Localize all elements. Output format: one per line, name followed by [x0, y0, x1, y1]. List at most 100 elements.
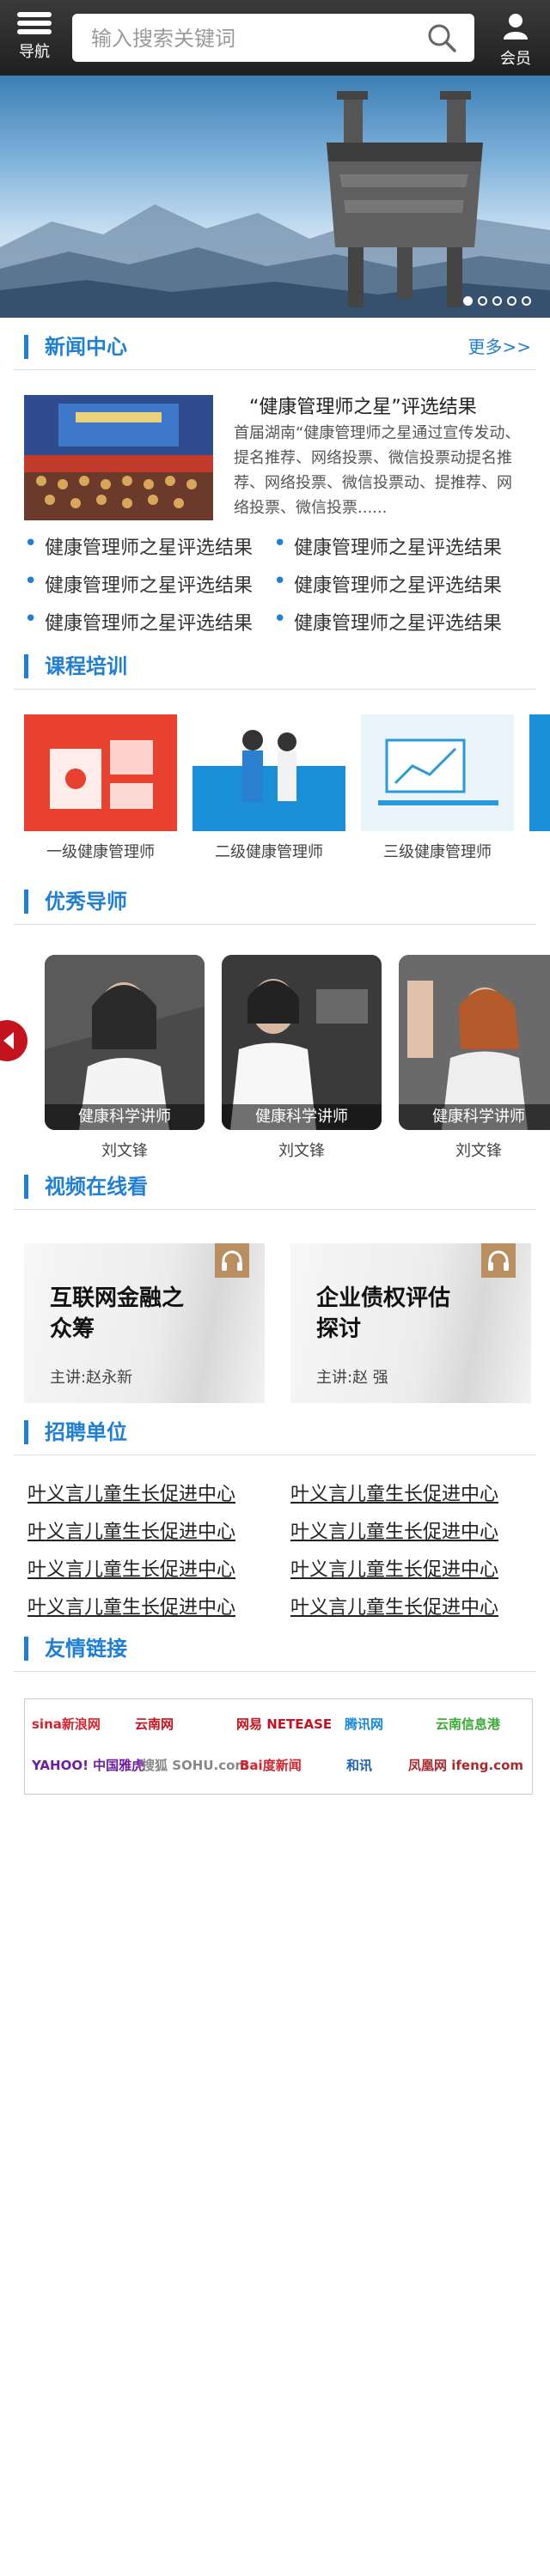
divider [14, 369, 536, 370]
teacher-card[interactable]: 健康科学讲师 [45, 955, 205, 1130]
news-section-header: 新闻中心 更多>> [24, 330, 531, 364]
divider [14, 924, 536, 925]
carousel-dot[interactable] [522, 296, 531, 306]
headphones-icon-badge [215, 1243, 249, 1278]
course-image [24, 714, 177, 831]
member-label: 会员 [500, 50, 531, 68]
section-marker [24, 654, 28, 678]
partner-logo-yunnan[interactable]: 云南网 [135, 1715, 174, 1733]
chevron-left-icon [3, 1032, 14, 1049]
course-card[interactable] [361, 714, 514, 831]
news-list-item[interactable]: 健康管理师之星评选结果 [273, 531, 502, 560]
news-featured-image[interactable] [24, 395, 213, 520]
top-header: 导航 会员 [0, 0, 550, 76]
news-list-item[interactable]: 健康管理师之星评选结果 [273, 606, 502, 635]
teacher-name: 刘文锋 [101, 1142, 148, 1160]
recruit-link[interactable]: 叶义言儿童生长促进中心 [290, 1554, 498, 1582]
recruit-link[interactable]: 叶义言儿童生长促进中心 [28, 1592, 235, 1619]
course-label: 二级健康管理师 [215, 843, 323, 861]
partner-logo-hexun[interactable]: 和讯 [346, 1756, 372, 1774]
nav-label: 导航 [19, 43, 50, 61]
news-section-title: 新闻中心 [45, 335, 127, 359]
headphones-icon-badge [481, 1243, 516, 1278]
news-list-item[interactable]: 健康管理师之星评选结果 [24, 568, 253, 598]
partner-logo-sina[interactable]: sina新浪网 [32, 1715, 101, 1733]
divider [14, 1209, 536, 1210]
carousel-dot[interactable] [478, 296, 487, 306]
recruit-link[interactable]: 叶义言儿童生长促进中心 [290, 1479, 498, 1506]
section-marker [24, 335, 28, 359]
conference-photo [24, 395, 213, 520]
course-card[interactable] [192, 714, 345, 831]
section-marker [24, 1637, 28, 1661]
recruit-link[interactable]: 叶义言儿童生长促进中心 [28, 1554, 235, 1582]
partner-logo-qq[interactable]: 腾讯网 [345, 1715, 383, 1733]
divider [14, 689, 536, 690]
recruit-link[interactable]: 叶义言儿童生长促进中心 [28, 1479, 235, 1506]
recruit-link[interactable]: 叶义言儿童生长促进中心 [290, 1516, 498, 1544]
video-card[interactable]: 互联网金融之 众筹 主讲:赵永新 [24, 1243, 265, 1403]
news-featured-title[interactable]: “健康管理师之星”评选结果 [249, 392, 477, 419]
partner-logo-yninfo[interactable]: 云南信息港 [436, 1715, 500, 1733]
partner-logo-ifeng[interactable]: 凤凰网 ifeng.com [408, 1756, 523, 1774]
section-marker [24, 1175, 28, 1199]
search-box [72, 14, 474, 62]
courses-section-header: 课程培训 [24, 649, 531, 683]
news-list-item[interactable]: 健康管理师之星评选结果 [24, 606, 253, 635]
nav-menu-button[interactable]: 导航 [12, 9, 57, 69]
teacher-caption: 健康科学讲师 [399, 1104, 550, 1130]
section-marker [24, 1420, 28, 1444]
course-image [361, 714, 514, 831]
news-more-link[interactable]: 更多>> [468, 330, 531, 364]
teacher-caption: 健康科学讲师 [45, 1104, 205, 1130]
bronze-ding-artwork [327, 91, 483, 307]
teacher-card[interactable]: 健康科学讲师 [399, 955, 550, 1130]
videos-section-header: 视频在线看 [24, 1170, 531, 1204]
course-image [192, 714, 345, 831]
headphones-icon [488, 1250, 509, 1271]
news-featured-summary: 首届湖南“健康管理师之星通过宣传发动、提名推荐、网络投票、微信投票动提名推荐、网… [234, 424, 521, 517]
links-section-title: 友情链接 [45, 1637, 127, 1661]
partner-logo-yahoo[interactable]: YAHOO! 中国雅虎 [32, 1756, 144, 1774]
video-speaker: 主讲:赵 强 [316, 1369, 388, 1387]
teacher-name: 刘文锋 [278, 1142, 325, 1160]
partner-logo-netease[interactable]: 网易 NETEASE [236, 1715, 332, 1733]
teacher-caption: 健康科学讲师 [222, 1104, 382, 1130]
course-label: 一级健康管理师 [46, 843, 155, 861]
video-card[interactable]: 企业债权评估 探讨 主讲:赵 强 [290, 1243, 531, 1403]
teachers-section-header: 优秀导师 [24, 884, 531, 919]
divider [14, 1671, 536, 1672]
member-button[interactable]: 会员 [490, 12, 541, 72]
banner-image [0, 91, 550, 318]
partner-logo-baidu[interactable]: Bai度新闻 [240, 1756, 302, 1774]
recruit-link[interactable]: 叶义言儿童生长促进中心 [28, 1516, 235, 1544]
course-label: 三级健康管理师 [383, 843, 492, 861]
course-card[interactable] [24, 714, 177, 831]
search-icon[interactable] [426, 22, 457, 53]
video-speaker: 主讲:赵永新 [50, 1369, 133, 1387]
carousel-dot[interactable] [492, 296, 502, 306]
recruit-link[interactable]: 叶义言儿童生长促进中心 [290, 1592, 498, 1619]
user-icon [504, 14, 528, 39]
partner-logo-sohu[interactable]: 搜狐 SOHU.com [142, 1756, 248, 1774]
carousel-dot[interactable] [507, 296, 516, 306]
carousel-indicators [463, 296, 531, 306]
recruit-section-header: 招聘单位 [24, 1415, 531, 1449]
carousel-dot[interactable] [463, 296, 473, 306]
recruit-section-title: 招聘单位 [45, 1420, 127, 1444]
friend-links-box: sina新浪网 云南网 网易 NETEASE 腾讯网 云南信息港 YAHOO! … [24, 1698, 533, 1795]
course-card-partial[interactable] [529, 714, 550, 831]
section-marker [24, 890, 28, 914]
banner-carousel[interactable] [0, 76, 550, 318]
news-list-item[interactable]: 健康管理师之星评选结果 [24, 531, 253, 560]
teacher-name: 刘文锋 [455, 1142, 502, 1160]
videos-section-title: 视频在线看 [45, 1175, 148, 1199]
scroll-left-button[interactable] [0, 1020, 28, 1061]
video-title: 企业债权评估 探讨 [316, 1285, 451, 1342]
teachers-section-title: 优秀导师 [45, 890, 127, 914]
menu-icon [12, 12, 57, 34]
search-input[interactable] [89, 22, 419, 55]
teacher-card[interactable]: 健康科学讲师 [222, 955, 382, 1130]
links-section-header: 友情链接 [24, 1631, 531, 1666]
news-list-item[interactable]: 健康管理师之星评选结果 [273, 568, 502, 598]
